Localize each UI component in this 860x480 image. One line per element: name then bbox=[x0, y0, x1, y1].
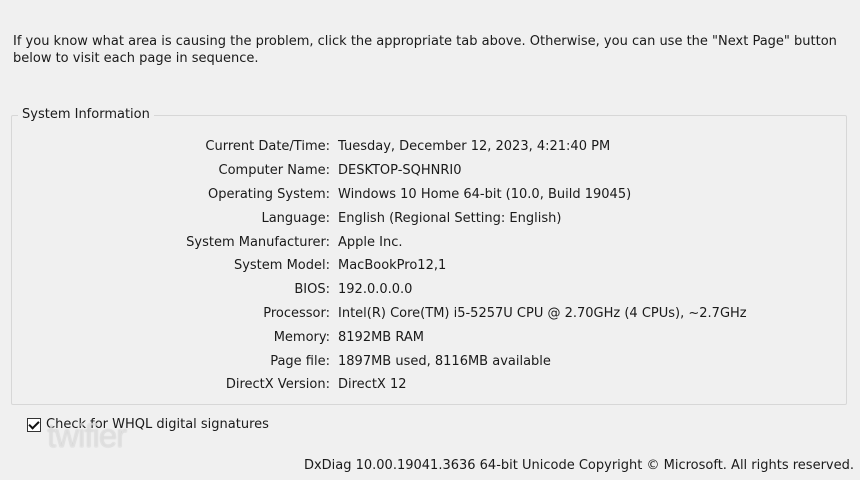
info-value: 192.0.0.0.0 bbox=[338, 282, 413, 298]
info-row-operating-system: Operating System: Windows 10 Home 64-bit… bbox=[12, 183, 846, 207]
info-row-directx-version: DirectX Version: DirectX 12 bbox=[12, 373, 846, 397]
footer-copyright: DxDiag 10.00.19041.3636 64-bit Unicode C… bbox=[303, 458, 854, 473]
info-value: 1897MB used, 8116MB available bbox=[338, 353, 551, 369]
info-label: Language: bbox=[261, 210, 330, 226]
whql-checkbox-row[interactable]: Check for WHQL digital signatures bbox=[27, 417, 269, 432]
info-row-memory: Memory: 8192MB RAM bbox=[12, 325, 846, 349]
whql-checkbox-label: Check for WHQL digital signatures bbox=[46, 417, 269, 432]
whql-checkbox[interactable] bbox=[27, 417, 41, 432]
info-value: Windows 10 Home 64-bit (10.0, Build 1904… bbox=[338, 186, 632, 202]
info-row-computer-name: Computer Name: DESKTOP-SQHNRI0 bbox=[12, 159, 846, 183]
top-cut-text bbox=[13, 0, 849, 5]
info-label: Memory: bbox=[273, 329, 330, 345]
info-row-page-file: Page file: 1897MB used, 8116MB available bbox=[12, 349, 846, 373]
info-row-processor: Processor: Intel(R) Core(TM) i5-5257U CP… bbox=[12, 302, 846, 326]
info-row-current-date-time: Current Date/Time: Tuesday, December 12,… bbox=[12, 135, 846, 159]
info-value: Tuesday, December 12, 2023, 4:21:40 PM bbox=[338, 139, 611, 155]
system-information-group: System Information Current Date/Time: Tu… bbox=[11, 107, 847, 405]
info-label: Current Date/Time: bbox=[205, 139, 330, 155]
intro-text: If you know what area is causing the pro… bbox=[13, 34, 837, 66]
info-value: Apple Inc. bbox=[338, 234, 403, 250]
info-row-bios: BIOS: 192.0.0.0.0 bbox=[12, 278, 846, 302]
info-label: Processor: bbox=[263, 305, 330, 321]
info-row-language: Language: English (Regional Setting: Eng… bbox=[12, 206, 846, 230]
info-value: English (Regional Setting: English) bbox=[338, 210, 562, 226]
info-value: 8192MB RAM bbox=[338, 329, 424, 345]
info-label: BIOS: bbox=[294, 282, 330, 298]
system-information-title: System Information bbox=[18, 107, 154, 123]
info-row-system-manufacturer: System Manufacturer: Apple Inc. bbox=[12, 230, 846, 254]
info-value: DESKTOP-SQHNRI0 bbox=[338, 163, 462, 179]
info-row-system-model: System Model: MacBookPro12,1 bbox=[12, 254, 846, 278]
info-value: MacBookPro12,1 bbox=[338, 258, 447, 274]
info-value: Intel(R) Core(TM) i5-5257U CPU @ 2.70GHz… bbox=[338, 305, 747, 321]
info-label: System Model: bbox=[233, 258, 330, 274]
info-label: Computer Name: bbox=[218, 163, 331, 179]
info-label: Operating System: bbox=[208, 186, 330, 202]
info-value: DirectX 12 bbox=[338, 377, 407, 393]
system-information-rows: Current Date/Time: Tuesday, December 12,… bbox=[12, 135, 846, 397]
info-label: DirectX Version: bbox=[225, 377, 330, 393]
info-label: System Manufacturer: bbox=[186, 234, 330, 250]
info-label: Page file: bbox=[270, 353, 330, 369]
